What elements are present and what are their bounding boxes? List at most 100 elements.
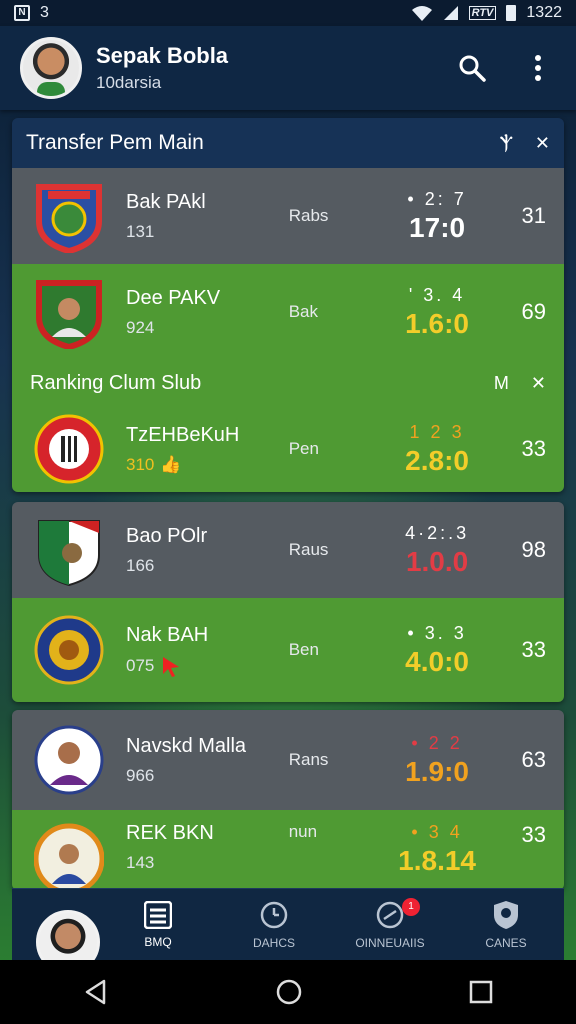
more-options-icon[interactable]	[520, 50, 556, 86]
team-name: Nak BAH	[126, 623, 209, 646]
team-number: 075	[126, 655, 155, 675]
team-name: REK BKN	[126, 822, 214, 844]
team-type: Rabs	[288, 206, 329, 225]
team-type: Raus	[288, 540, 329, 559]
club-crest-icon	[34, 613, 104, 687]
close-icon[interactable]: ✕	[531, 373, 546, 394]
team-number: 310	[126, 454, 155, 474]
battery-icon	[506, 5, 517, 21]
app-subtitle: 10darsia	[96, 73, 162, 92]
signal-icon	[443, 6, 458, 20]
score-value: 1.0.0	[405, 545, 469, 577]
thumbs-up-icon: 👍	[160, 454, 182, 474]
team-type: Ben	[288, 640, 319, 659]
score-value: 1.6:0	[405, 307, 469, 339]
system-nav-bar	[0, 960, 576, 1024]
score-value: 1.8.14	[398, 845, 476, 876]
ranking-title: Ranking Clum Slub	[30, 371, 202, 394]
team-number-row: 310 👍	[126, 455, 289, 475]
clock-icon	[260, 901, 288, 928]
points-value: 33	[521, 637, 546, 662]
player-avatar-icon	[34, 723, 104, 797]
match-card-3: Navskd Malla 966 Rans • 2 2 1.9:0 63 REK…	[12, 710, 564, 890]
nav-item-canes[interactable]: CANES	[448, 900, 564, 950]
nav-label: DAHCS	[252, 935, 295, 950]
score-value: 2.8:0	[405, 444, 469, 476]
status-left-glyph: 3	[40, 4, 49, 21]
team-row[interactable]: Bao POlr 166 Raus 4·2:.3 1.0.0 98	[12, 502, 564, 598]
score-detail: 4·2:.3	[405, 522, 470, 543]
points-value: 33	[521, 822, 546, 847]
team-number: 924	[126, 317, 155, 337]
score-detail: • 3 4	[411, 822, 463, 842]
team-row[interactable]: Bak PAkl 131 Rabs • 2: 7 17:0 31	[12, 168, 564, 264]
team-name: Dee PAKV	[126, 286, 221, 309]
nav-label: BMQ	[144, 934, 172, 949]
profile-avatar[interactable]	[20, 37, 82, 99]
carrier-badge: RTV	[468, 6, 497, 20]
score-detail: 1 2 3	[409, 421, 465, 442]
points-value: 31	[521, 203, 546, 228]
score-detail: ' 3. 4	[408, 284, 466, 305]
score-value: 1.9:0	[405, 755, 469, 787]
notification-badge: 1	[402, 897, 420, 916]
app-header: Sepak Bobla 10darsia	[0, 26, 576, 110]
player-crest-icon	[34, 275, 104, 349]
list-icon	[144, 900, 172, 929]
match-card-2: Bao POlr 166 Raus 4·2:.3 1.0.0 98 Nak BA…	[12, 502, 564, 702]
team-number-row: 075	[126, 655, 289, 677]
team-number: 166	[126, 555, 155, 575]
score-value: 17:0	[409, 211, 466, 243]
bottom-nav: BMQ DAHCS 1 OINNEUAIIS CANES	[12, 888, 564, 974]
shield-icon	[494, 900, 518, 929]
team-row[interactable]: Dee PAKV 924 Bak ' 3. 4 1.6:0 69	[12, 264, 564, 360]
sort-icon[interactable]: Ⲯ	[500, 133, 513, 154]
score-detail: • 3. 3	[407, 622, 467, 643]
team-name: Bao POlr	[126, 524, 208, 547]
back-icon[interactable]	[82, 978, 110, 1006]
nav-label: OINNEUAIIS	[355, 935, 425, 950]
team-type: Rans	[288, 750, 329, 769]
recents-icon[interactable]	[468, 979, 494, 1005]
team-name: Bak PAkl	[126, 190, 206, 213]
team-row[interactable]: Navskd Malla 966 Rans • 2 2 1.9:0 63	[12, 710, 564, 810]
team-type: Bak	[288, 302, 319, 321]
status-time: 1322	[526, 4, 562, 21]
team-row[interactable]: TzEHBeKuH 310 👍 Pen 1 2 3 2.8:0 33	[12, 406, 564, 492]
ranking-header: Ranking Clum Slub M ✕	[12, 360, 564, 406]
team-number: 131	[126, 221, 155, 241]
transfer-header: Transfer Pem Main Ⲯ ✕	[12, 118, 564, 168]
club-crest-icon	[34, 179, 104, 253]
nav-item-dahcs[interactable]: DAHCS	[216, 900, 332, 950]
team-row[interactable]: Nak BAH 075 Ben • 3. 3 4.0:0 33	[12, 598, 564, 702]
filter-icon[interactable]: M	[494, 373, 509, 394]
team-number: 143	[126, 853, 155, 872]
notification-icon: N	[14, 5, 30, 21]
team-name: Navskd Malla	[126, 734, 247, 757]
points-value: 63	[521, 747, 546, 772]
nav-label: CANES	[485, 935, 527, 950]
search-icon[interactable]	[454, 50, 490, 86]
home-icon[interactable]	[275, 978, 303, 1006]
score-value: 4.0:0	[405, 645, 469, 677]
close-icon[interactable]: ✕	[535, 133, 550, 154]
transfer-card: Transfer Pem Main Ⲯ ✕ Bak PAkl 131 Rabs …	[12, 118, 564, 492]
club-crest-icon	[34, 412, 104, 486]
team-type: Pen	[288, 439, 319, 458]
points-value: 33	[521, 436, 546, 461]
score-detail: • 2 2	[411, 732, 463, 753]
team-row[interactable]: REK BKN 143 nun • 3 4 1.8.14 33	[12, 810, 564, 890]
nav-item-bmq[interactable]: BMQ	[100, 900, 216, 949]
club-crest-icon	[34, 513, 104, 587]
club-crest-icon	[34, 822, 104, 890]
nav-item-oinneuaiis[interactable]: 1 OINNEUAIIS	[332, 897, 448, 950]
team-number: 966	[126, 765, 155, 785]
wifi-icon	[411, 6, 432, 21]
team-name: TzEHBeKuH	[126, 423, 240, 446]
whistle-icon	[376, 901, 404, 928]
points-value: 98	[521, 537, 546, 562]
status-bar: N 3 RTV 1322	[0, 0, 576, 26]
transfer-title: Transfer Pem Main	[26, 131, 204, 154]
team-type: nun	[288, 822, 318, 841]
score-detail: • 2: 7	[407, 188, 467, 209]
